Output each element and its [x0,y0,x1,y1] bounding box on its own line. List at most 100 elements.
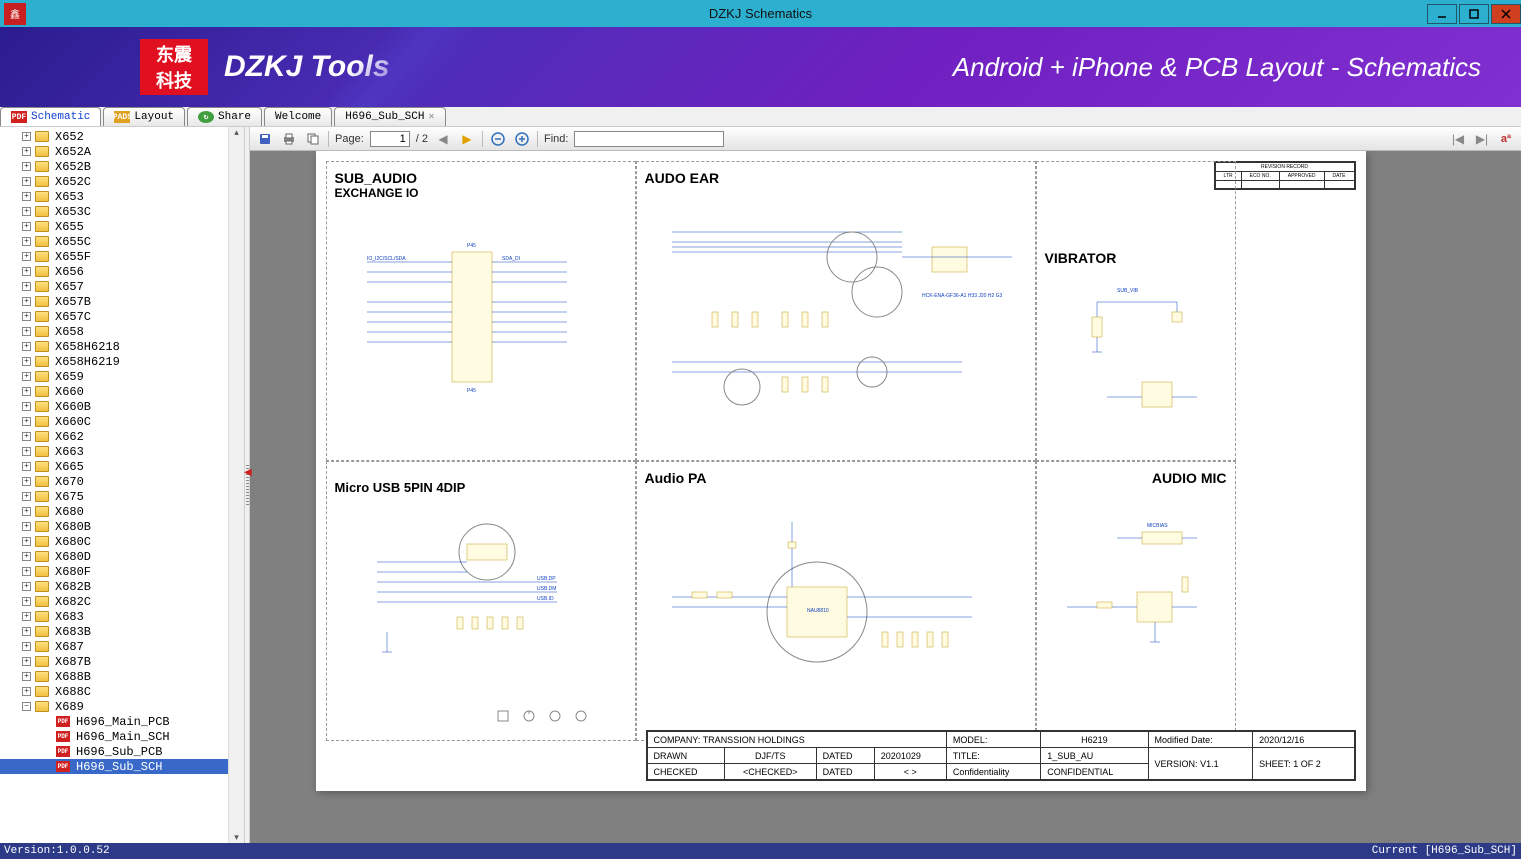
expand-icon[interactable]: + [22,537,31,546]
tab-schematic[interactable]: PDF Schematic [0,107,101,126]
expand-icon[interactable]: + [22,522,31,531]
last-page-button[interactable]: ▶| [1473,130,1491,148]
expand-icon[interactable]: + [22,402,31,411]
expand-icon[interactable]: + [22,672,31,681]
expand-icon[interactable]: + [22,222,31,231]
minimize-button[interactable] [1427,4,1457,24]
expand-icon[interactable]: + [22,432,31,441]
text-tool-button[interactable]: aª [1497,130,1515,148]
expand-icon[interactable]: + [22,387,31,396]
tree-folder[interactable]: +X663 [0,444,244,459]
expand-icon[interactable]: + [22,162,31,171]
expand-icon[interactable]: + [22,687,31,696]
expand-icon[interactable]: + [22,612,31,621]
tree-folder[interactable]: +X652C [0,174,244,189]
expand-icon[interactable]: + [22,372,31,381]
tree-folder[interactable]: +X652B [0,159,244,174]
tree-folder[interactable]: +X680D [0,549,244,564]
expand-icon[interactable]: + [22,147,31,156]
tree-folder[interactable]: +X657B [0,294,244,309]
expand-icon[interactable]: + [22,417,31,426]
tree-folder[interactable]: +X683 [0,609,244,624]
expand-icon[interactable]: + [22,507,31,516]
tree-folder[interactable]: +X682B [0,579,244,594]
tree-folder[interactable]: +X675 [0,489,244,504]
prev-page-button[interactable]: ◀ [434,130,452,148]
tree-folder-expanded[interactable]: −X689 [0,699,244,714]
tree-folder[interactable]: +X655C [0,234,244,249]
sidebar-scrollbar[interactable] [228,127,244,843]
splitter-collapse-icon[interactable]: ◀ [244,467,252,478]
print-button[interactable] [280,130,298,148]
viewer[interactable]: REVISION RECORD LTRECO NO.APPROVEDDATE S… [250,151,1521,843]
zoom-in-button[interactable] [513,130,531,148]
tree-folder[interactable]: +X658H6218 [0,339,244,354]
tree-folder[interactable]: +X687 [0,639,244,654]
tree-folder[interactable]: +X658 [0,324,244,339]
tree-folder[interactable]: +X657 [0,279,244,294]
tab-layout[interactable]: PADS Layout [103,107,185,126]
tree-folder[interactable]: +X688C [0,684,244,699]
tree-folder[interactable]: +X656 [0,264,244,279]
expand-icon[interactable]: + [22,282,31,291]
tree-folder[interactable]: +X680F [0,564,244,579]
save-button[interactable] [256,130,274,148]
expand-icon[interactable]: + [22,297,31,306]
expand-icon[interactable]: + [22,582,31,591]
first-page-button[interactable]: |◀ [1449,130,1467,148]
tree-folder[interactable]: +X660B [0,399,244,414]
zoom-out-button[interactable] [489,130,507,148]
expand-icon[interactable]: + [22,192,31,201]
expand-icon[interactable]: + [22,492,31,501]
tab-welcome[interactable]: Welcome [264,107,332,126]
tree-folder[interactable]: +X660C [0,414,244,429]
tree-folder[interactable]: +X687B [0,654,244,669]
tree-folder[interactable]: +X680C [0,534,244,549]
expand-icon[interactable]: + [22,642,31,651]
expand-icon[interactable]: + [22,567,31,576]
tree-folder[interactable]: +X653 [0,189,244,204]
tree-folder[interactable]: +X688B [0,669,244,684]
tree-folder[interactable]: +X657C [0,309,244,324]
expand-icon[interactable]: + [22,342,31,351]
expand-icon[interactable]: + [22,552,31,561]
tree-folder[interactable]: +X655F [0,249,244,264]
expand-icon[interactable]: + [22,357,31,366]
expand-icon[interactable]: + [22,132,31,141]
tree-folder[interactable]: +X655 [0,219,244,234]
tab-document[interactable]: H696_Sub_SCH ✕ [334,107,445,126]
tree-folder[interactable]: +X659 [0,369,244,384]
tree-file[interactable]: PDFH696_Main_SCH [0,729,244,744]
expand-icon[interactable]: + [22,312,31,321]
find-input[interactable] [574,131,724,147]
tree[interactable]: +X652+X652A+X652B+X652C+X653+X653C+X655+… [0,127,244,843]
expand-icon[interactable]: + [22,627,31,636]
expand-icon[interactable]: + [22,252,31,261]
tree-folder[interactable]: +X658H6219 [0,354,244,369]
tree-folder[interactable]: +X662 [0,429,244,444]
expand-icon[interactable]: + [22,327,31,336]
tree-folder[interactable]: +X683B [0,624,244,639]
copy-button[interactable] [304,130,322,148]
tree-folder[interactable]: +X652 [0,129,244,144]
tree-file[interactable]: PDFH696_Main_PCB [0,714,244,729]
tree-folder[interactable]: +X652A [0,144,244,159]
expand-icon[interactable]: + [22,657,31,666]
expand-icon[interactable]: + [22,477,31,486]
expand-icon[interactable]: + [22,237,31,246]
tree-folder[interactable]: +X680 [0,504,244,519]
tree-folder[interactable]: +X680B [0,519,244,534]
close-tab-icon[interactable]: ✕ [428,111,434,123]
maximize-button[interactable] [1459,4,1489,24]
page-input[interactable] [370,131,410,147]
tree-folder[interactable]: +X653C [0,204,244,219]
expand-icon[interactable]: + [22,267,31,276]
expand-icon[interactable]: + [22,462,31,471]
tree-folder[interactable]: +X670 [0,474,244,489]
tree-file[interactable]: PDFH696_Sub_SCH [0,759,244,774]
collapse-icon[interactable]: − [22,702,31,711]
tree-folder[interactable]: +X660 [0,384,244,399]
close-button[interactable] [1491,4,1521,24]
expand-icon[interactable]: + [22,597,31,606]
expand-icon[interactable]: + [22,447,31,456]
